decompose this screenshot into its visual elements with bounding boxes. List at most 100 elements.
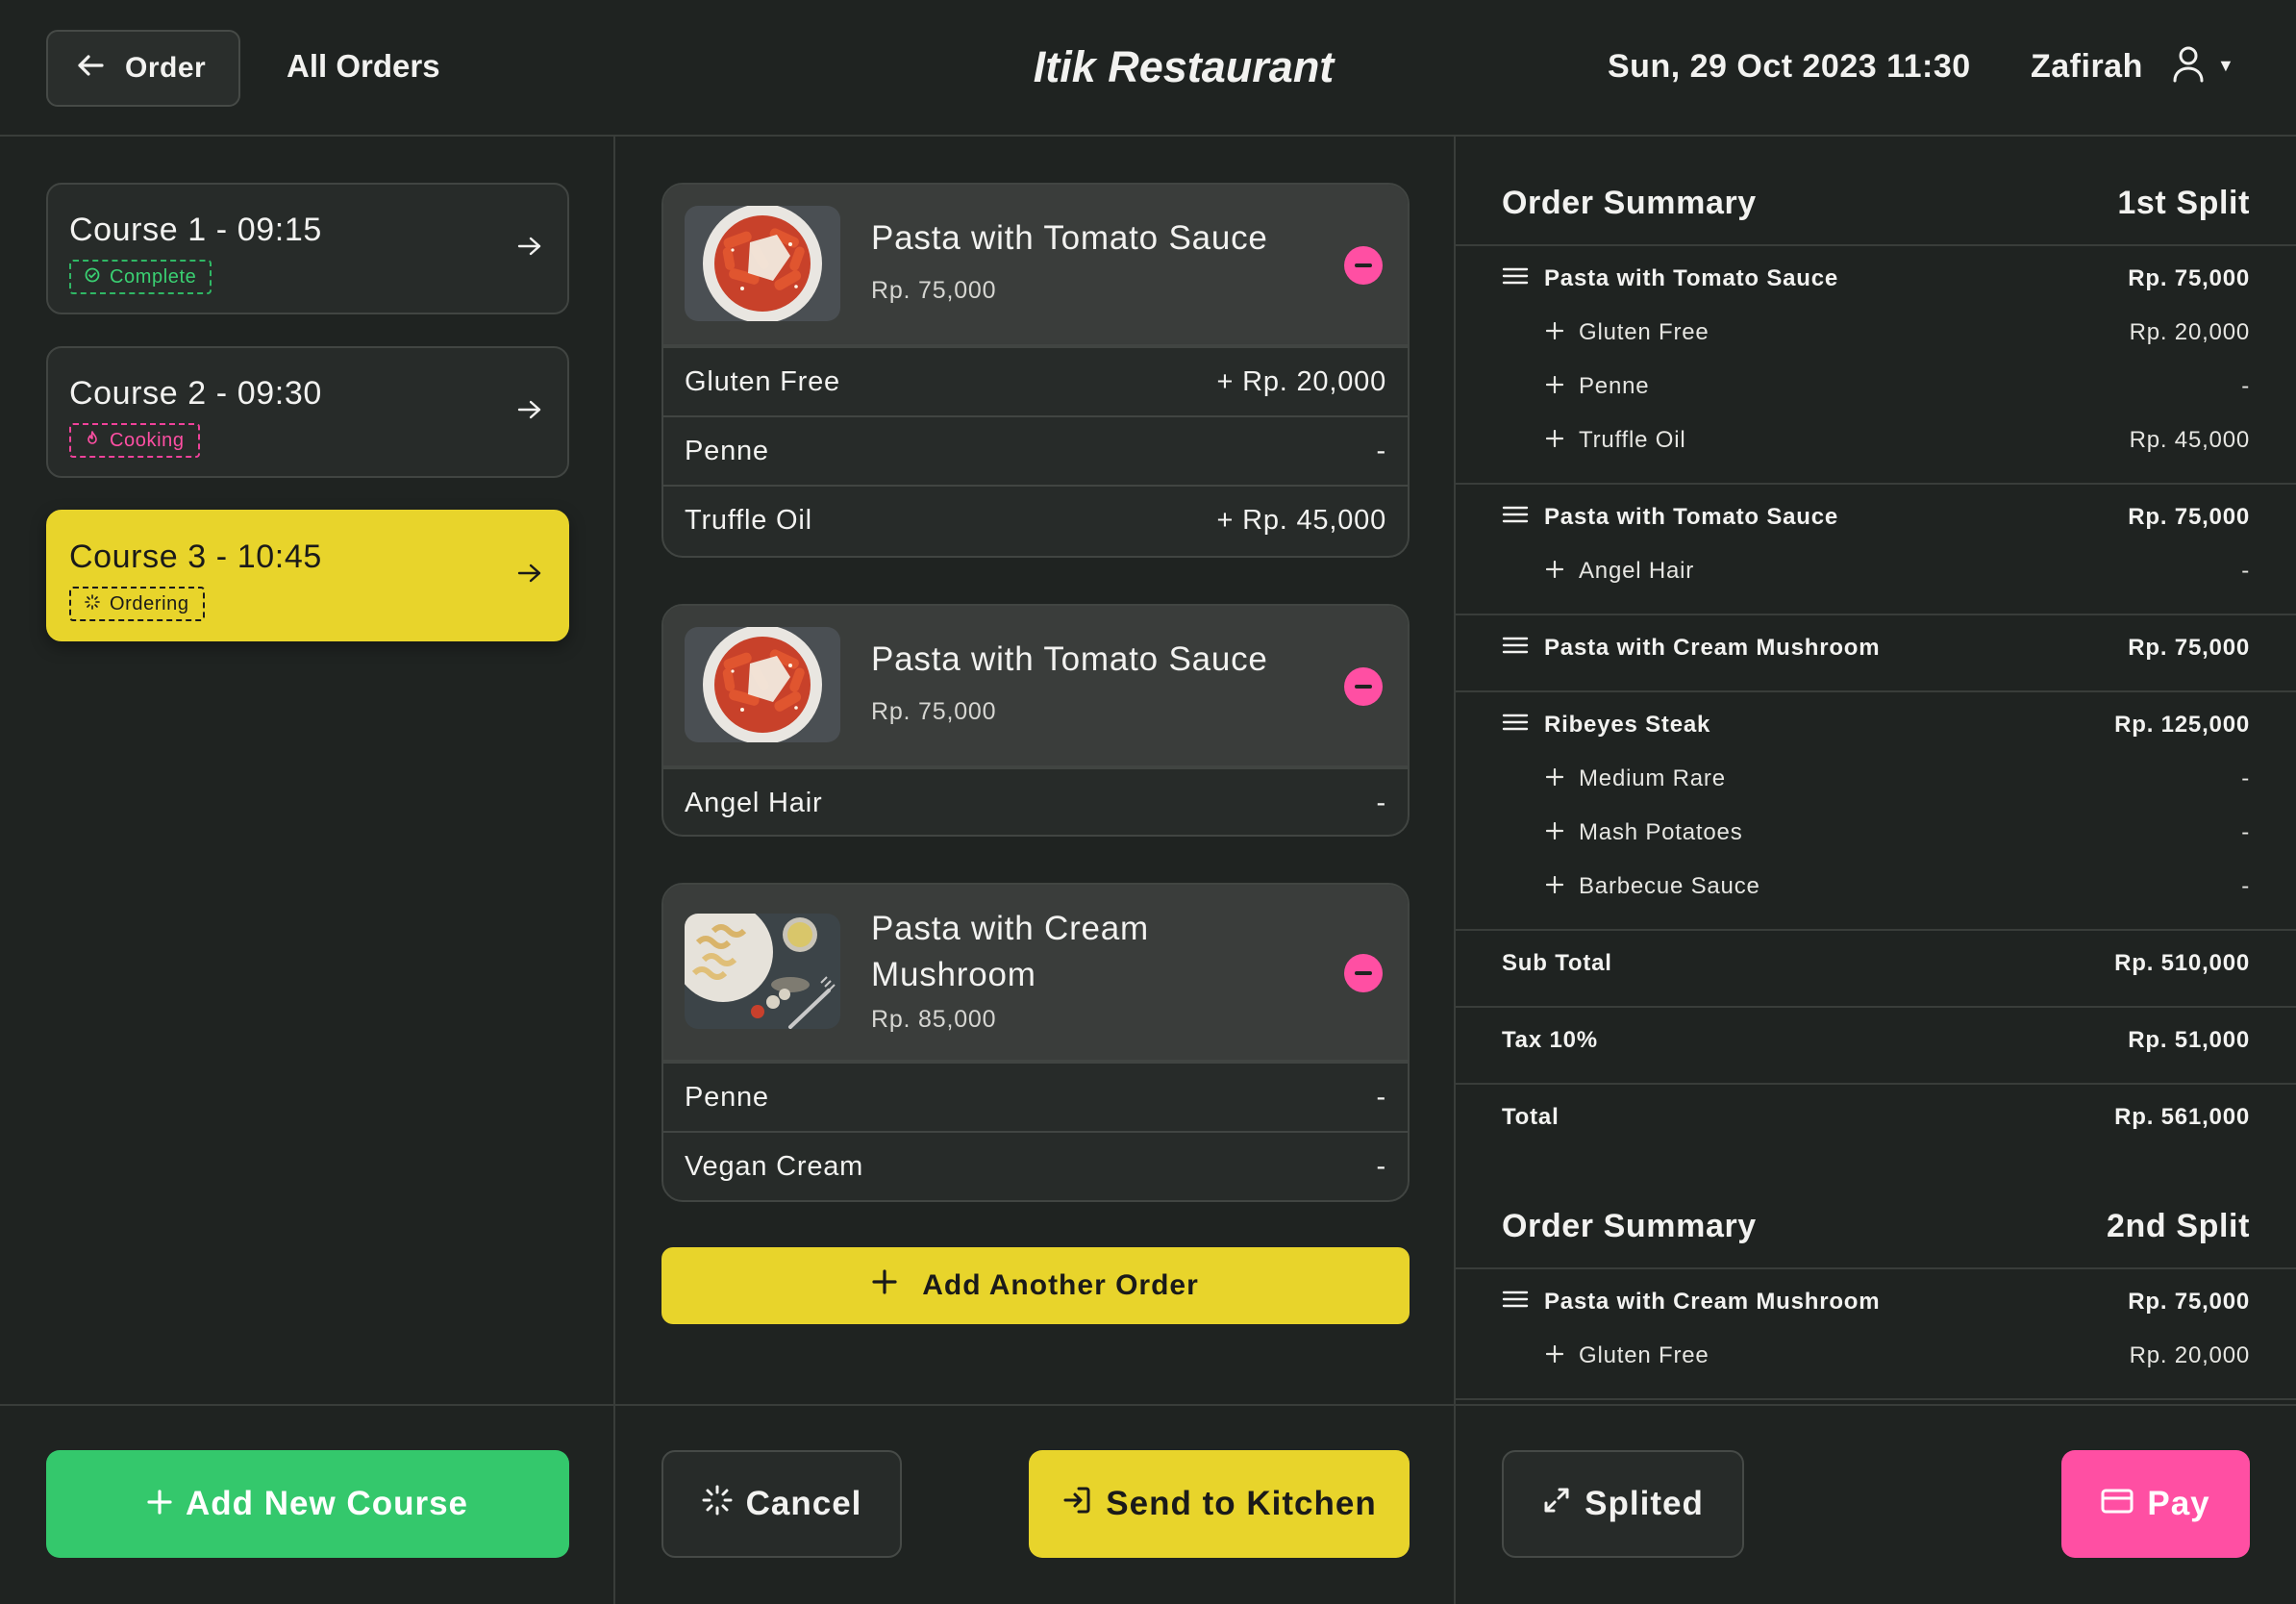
order-option-row: Penne - [663,1062,1408,1131]
addon-price: - [2241,819,2250,845]
plus-icon [1545,873,1564,900]
divider [1456,1006,2296,1008]
summary-item[interactable]: Pasta with Cream Mushroom Rp. 75,000 [1502,1289,2250,1316]
flame-icon [85,430,100,452]
order-option-row: Angel Hair - [663,767,1408,835]
summary-addon: Angel Hair - [1502,558,2250,585]
option-price: - [1376,435,1386,466]
summary-addon: Medium Rare - [1502,765,2250,792]
addon-price: Rp. 20,000 [2129,1342,2250,1368]
arrow-right-icon [517,235,542,263]
arrow-right-icon [517,398,542,426]
current-datetime: Sun, 29 Oct 2023 11:30 [1608,48,1971,85]
summary-addon: Truffle Oil Rp. 45,000 [1502,427,2250,454]
order-card-header: Pasta with Tomato Sauce Rp. 75,000 [663,185,1408,346]
option-price: + Rp. 20,000 [1216,365,1386,397]
split-label: 1st Split [2117,185,2250,221]
course-card-3[interactable]: Course 3 - 10:45 Ordering [46,510,569,641]
addon-name: Gluten Free [1579,319,1710,345]
plus-icon [1545,819,1564,846]
option-label: Penne [685,1081,769,1113]
summary-item[interactable]: Pasta with Tomato Sauce Rp. 75,000 [1502,504,2250,531]
addon-price: Rp. 20,000 [2129,319,2250,345]
summary-item[interactable]: Ribeyes Steak Rp. 125,000 [1502,712,2250,739]
log-in-icon [1061,1485,1092,1524]
order-item-price: Rp. 75,000 [871,698,997,725]
total-value: Rp. 561,000 [2114,1104,2250,1130]
splited-button[interactable]: Splited [1502,1450,1744,1558]
drag-handle-icon[interactable] [1502,504,1529,531]
addon-name: Gluten Free [1579,1342,1710,1368]
cancel-button[interactable]: Cancel [661,1450,902,1558]
summary-item-name: Pasta with Cream Mushroom [1544,635,1881,661]
cancel-label: Cancel [745,1485,862,1522]
remove-item-button[interactable] [1344,246,1383,285]
minus-icon [1355,263,1372,267]
order-option-row: Vegan Cream - [663,1131,1408,1200]
order-option-row: Gluten Free + Rp. 20,000 [663,346,1408,415]
addon-name: Medium Rare [1579,765,1726,791]
arrow-right-icon [517,562,542,589]
add-another-order-button[interactable]: Add Another Order [661,1247,1410,1324]
summary-item[interactable]: Pasta with Tomato Sauce Rp. 75,000 [1502,265,2250,292]
pasta-mushroom-image [685,914,840,1029]
drag-handle-icon[interactable] [1502,1289,1529,1316]
total-label: Total [1502,1104,1560,1130]
divider [1456,614,2296,615]
add-course-label: Add New Course [185,1485,469,1522]
addon-price: - [2241,873,2250,899]
status-badge-label: Complete [110,265,197,288]
plus-icon [1545,558,1564,585]
remove-item-button[interactable] [1344,954,1383,992]
back-button-label: Order [125,52,207,84]
user-menu-button[interactable]: ▼ [2171,44,2234,88]
order-card: Pasta with Tomato Sauce Rp. 75,000 Angel… [661,604,1410,837]
summary-item-name: Pasta with Tomato Sauce [1544,504,1839,530]
user-name: Zafirah [2031,48,2143,85]
send-kitchen-label: Send to Kitchen [1106,1485,1377,1522]
order-option-row: Penne - [663,415,1408,485]
remove-item-button[interactable] [1344,667,1383,706]
credit-card-icon [2101,1485,2134,1523]
expand-icon [1542,1485,1571,1523]
add-new-course-button[interactable]: Add New Course [46,1450,569,1558]
course-card-1[interactable]: Course 1 - 09:15 Complete [46,183,569,314]
addon-name: Angel Hair [1579,558,1695,584]
order-summary-panel: Order Summary 1st Split Pasta with Tomat… [1456,137,2296,1404]
addon-price: Rp. 45,000 [2129,427,2250,453]
divider [1456,690,2296,692]
option-label: Gluten Free [685,365,840,397]
pay-label: Pay [2147,1485,2210,1522]
addon-price: - [2241,765,2250,791]
status-badge-cooking: Cooking [69,423,200,458]
addon-name: Penne [1579,373,1650,399]
plus-icon [872,1269,897,1302]
option-label: Penne [685,435,769,466]
divider [1456,1083,2296,1085]
option-label: Vegan Cream [685,1150,864,1182]
send-to-kitchen-button[interactable]: Send to Kitchen [1029,1450,1410,1558]
check-circle-icon [85,266,100,288]
back-to-order-button[interactable]: Order [46,30,240,107]
summary-item[interactable]: Pasta with Cream Mushroom Rp. 75,000 [1502,635,2250,662]
drag-handle-icon[interactable] [1502,265,1529,292]
status-badge-ordering: Ordering [69,587,205,621]
minus-icon [1355,971,1372,975]
split-label: 2nd Split [2107,1208,2250,1244]
divider [1456,1267,2296,1269]
summary-item-price: Rp. 75,000 [2128,1289,2250,1315]
user-icon [2171,44,2206,88]
course-card-2[interactable]: Course 2 - 09:30 Cooking [46,346,569,478]
drag-handle-icon[interactable] [1502,635,1529,662]
order-card-header: Pasta with Tomato Sauce Rp. 75,000 [663,606,1408,767]
divider [1456,929,2296,931]
summary-item-name: Pasta with Cream Mushroom [1544,1289,1881,1315]
order-item-name: Pasta with Tomato Sauce [871,640,1268,678]
summary-item-price: Rp. 125,000 [2114,712,2250,738]
all-orders-link[interactable]: All Orders [287,48,440,85]
tax-row: Tax 10% Rp. 51,000 [1502,1027,2250,1054]
pasta-tomato-image [685,627,840,742]
summary-item-name: Ribeyes Steak [1544,712,1711,738]
drag-handle-icon[interactable] [1502,712,1529,739]
pay-button[interactable]: Pay [2061,1450,2250,1558]
